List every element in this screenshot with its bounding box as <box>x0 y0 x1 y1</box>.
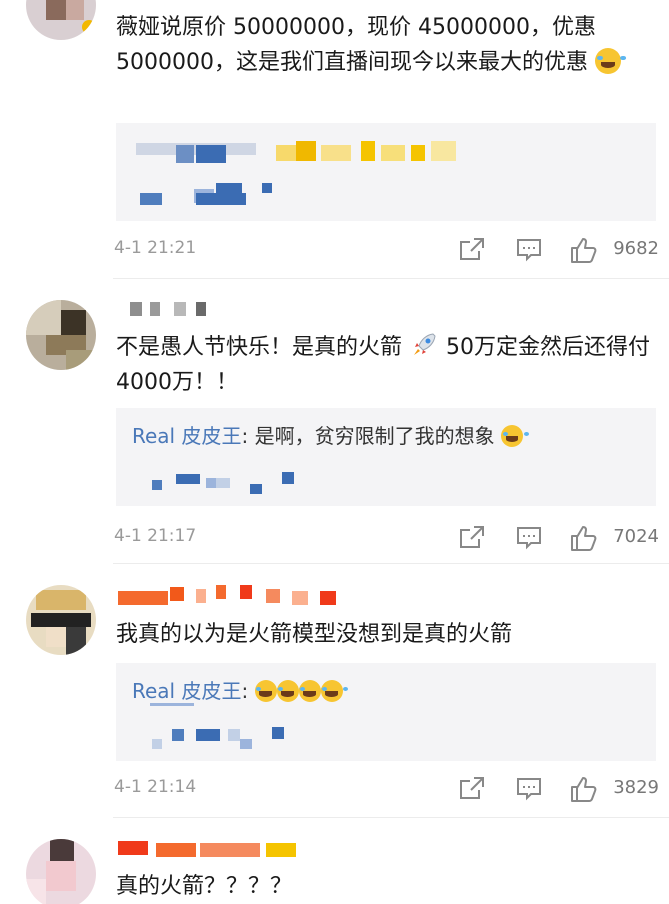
avatar[interactable] <box>26 585 96 655</box>
laughing-tears-icon <box>276 680 299 702</box>
comment-meta: 4-1 21:14 3829 <box>114 775 659 803</box>
comment-icon[interactable] <box>515 236 545 264</box>
like-count: 7024 <box>613 526 659 547</box>
reply-line: Real 皮皮王: 是啊，贫穷限制了我的想象 <box>132 420 523 449</box>
share-icon[interactable] <box>458 236 488 264</box>
avatar[interactable] <box>26 839 96 904</box>
comment-meta: 4-1 21:17 7024 <box>114 524 659 552</box>
reply-username[interactable]: Real 皮皮王 <box>132 424 241 448</box>
rocket-icon <box>414 333 436 355</box>
reply-box[interactable] <box>116 123 656 221</box>
comment-text: 真的火箭？？？？ <box>116 869 656 904</box>
share-icon[interactable] <box>458 524 488 552</box>
username[interactable] <box>116 298 356 320</box>
timestamp: 4-1 21:17 <box>114 526 197 546</box>
comment-2: 不是愚人节快乐！是真的火箭 50万定金然后还得付 4000万！！ Real 皮皮… <box>0 278 669 563</box>
reply-box[interactable]: Real 皮皮王: <box>116 663 656 761</box>
timestamp: 4-1 21:14 <box>114 777 197 797</box>
laughing-tears-icon <box>320 680 343 702</box>
share-icon[interactable] <box>458 775 488 803</box>
comment-3: 我真的以为是火箭模型没想到是真的火箭 Real 皮皮王: 4-1 21:14 3… <box>0 563 669 817</box>
comment-text-before: 不是愚人节快乐！是真的火箭 <box>116 335 403 360</box>
timestamp: 4-1 21:21 <box>114 238 197 258</box>
avatar[interactable] <box>26 0 96 40</box>
laughing-tears-icon <box>594 48 621 74</box>
comment-text-content: 薇娅说原价 50000000，现价 45000000，优惠 5000000，这是… <box>116 15 596 75</box>
laughing-tears-icon <box>500 425 523 447</box>
reply-box[interactable]: Real 皮皮王: 是啊，贫穷限制了我的想象 <box>116 408 656 506</box>
comment-1: 薇娅说原价 50000000，现价 45000000，优惠 5000000，这是… <box>0 0 669 278</box>
reply-username[interactable]: Real 皮皮王 <box>132 679 241 703</box>
comment-text-content: 真的火箭？？？？ <box>116 874 293 899</box>
reply-text: : 是啊，贫穷限制了我的想象 <box>241 424 495 448</box>
laughing-tears-icon <box>254 680 277 702</box>
thumbs-up-icon[interactable] <box>569 236 599 264</box>
comment-meta: 4-1 21:21 9682 <box>114 236 659 264</box>
comment-icon[interactable] <box>515 524 545 552</box>
comment-text: 不是愚人节快乐！是真的火箭 50万定金然后还得付 4000万！！ <box>116 330 656 400</box>
thumbs-up-icon[interactable] <box>569 775 599 803</box>
comment-text: 薇娅说原价 50000000，现价 45000000，优惠 5000000，这是… <box>116 10 656 80</box>
reply-text: : <box>241 679 249 703</box>
comment-icon[interactable] <box>515 775 545 803</box>
reply-line: Real 皮皮王: <box>132 675 343 704</box>
username[interactable] <box>116 839 356 861</box>
laughing-tears-icon <box>298 680 321 702</box>
avatar[interactable] <box>26 300 96 370</box>
comment-text-content: 我真的以为是火箭模型没想到是真的火箭 <box>116 622 513 647</box>
username[interactable] <box>116 585 356 607</box>
like-count: 3829 <box>613 777 659 798</box>
like-count: 9682 <box>613 238 659 259</box>
comment-4: 真的火箭？？？？ <box>0 817 669 904</box>
comment-text: 我真的以为是火箭模型没想到是真的火箭 <box>116 617 656 652</box>
thumbs-up-icon[interactable] <box>569 524 599 552</box>
